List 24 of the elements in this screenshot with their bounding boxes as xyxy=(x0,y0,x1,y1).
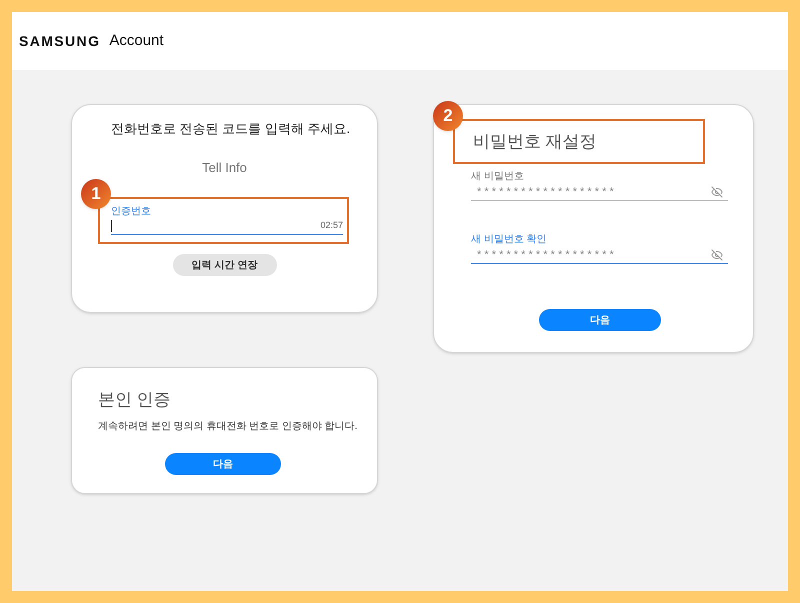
field-label: 새 비밀번호 xyxy=(471,171,525,183)
next-button[interactable]: 다음 xyxy=(165,453,281,475)
header-title: Account xyxy=(109,30,164,51)
callout-badge: 1 xyxy=(81,179,111,209)
extend-time-button[interactable]: 입력 시간 연장 xyxy=(172,254,276,276)
brand-logo: SAMSUNG xyxy=(19,32,100,50)
password-value: ******************* xyxy=(477,248,617,262)
card-heading: 전화번호로 전송된 코드를 입력해 주세요. xyxy=(111,120,352,138)
next-button[interactable]: 다음 xyxy=(539,309,661,331)
field-label: 인증번호 xyxy=(111,206,152,218)
field-label: 새 비밀번호 확인 xyxy=(471,234,548,246)
eye-off-icon[interactable] xyxy=(711,186,723,198)
text-cursor-icon xyxy=(111,220,112,232)
eye-off-icon[interactable] xyxy=(711,248,723,260)
card-subtitle: Tell Info xyxy=(202,159,247,177)
password-value: ******************* xyxy=(477,184,617,198)
password-field[interactable]: 새 비밀번호 확인 ******************* xyxy=(471,234,728,264)
code-field[interactable]: 인증번호 02:57 xyxy=(111,206,343,235)
card-title: 비밀번호 재설정 xyxy=(473,130,597,152)
callout-badge: 2 xyxy=(433,101,463,131)
password-field[interactable]: 새 비밀번호 ******************* xyxy=(471,171,728,201)
card-text: 계속하려면 본인 명의의 휴대전화 번호로 인증해야 합니다. xyxy=(98,420,358,434)
card-title: 본인 인증 xyxy=(98,389,172,411)
countdown-timer: 02:57 xyxy=(320,219,343,232)
